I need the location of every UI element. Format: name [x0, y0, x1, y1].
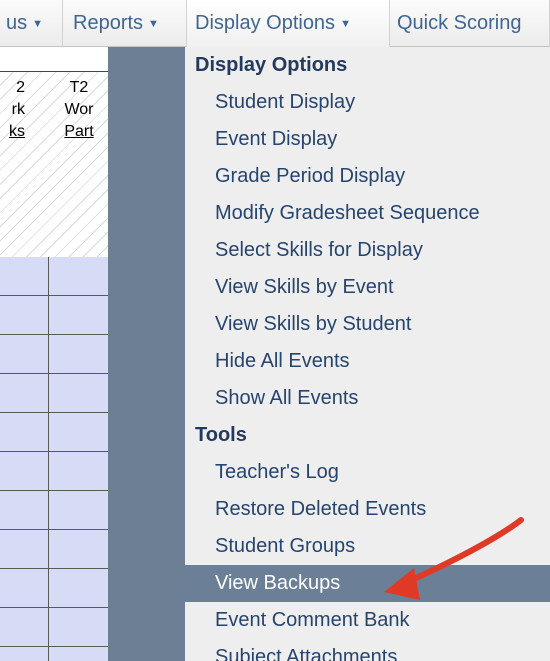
menu-item-teachers-log[interactable]: Teacher's Log: [185, 454, 550, 491]
score-cell[interactable]: [0, 257, 49, 295]
section-title-tools: Tools: [195, 424, 247, 446]
caret-down-icon: ▼: [32, 17, 44, 30]
score-cell[interactable]: [0, 413, 49, 451]
menu-item-restore-deleted-events[interactable]: Restore Deleted Events: [185, 491, 550, 528]
menu-status[interactable]: us ▼: [0, 0, 63, 47]
menu-bar: us ▼ Reports ▼ Display Options ▼ Quick S…: [0, 0, 550, 47]
menu-reports-label: Reports: [73, 12, 144, 34]
table-row: [0, 374, 108, 413]
menu-item-grade-period-display[interactable]: Grade Period Display: [185, 158, 550, 195]
menu-status-label: us: [6, 12, 28, 34]
section-title-display-options: Display Options: [195, 54, 348, 76]
table-row: [0, 257, 108, 296]
column-header-a[interactable]: 2 rk ks: [0, 77, 47, 143]
table-row: [0, 647, 108, 661]
table-row: [0, 608, 108, 647]
grid-top-border: [0, 71, 108, 72]
score-cell[interactable]: [49, 296, 108, 334]
score-cell[interactable]: [49, 413, 108, 451]
menu-display-options-label: Display Options: [195, 12, 336, 34]
menu-display-options[interactable]: Display Options ▼: [187, 0, 390, 47]
score-cell[interactable]: [0, 296, 49, 334]
score-cell[interactable]: [49, 257, 108, 295]
caret-down-icon: ▼: [148, 17, 159, 30]
menu-item-hide-all-events[interactable]: Hide All Events: [185, 343, 550, 380]
menu-quick-scoring-label: Quick Scoring: [397, 12, 522, 34]
column-header-b-line1: T2: [69, 79, 89, 96]
display-options-dropdown: Display Options Student Display Event Di…: [108, 47, 550, 661]
table-row: [0, 530, 108, 569]
menu-item-student-display[interactable]: Student Display: [185, 84, 550, 121]
score-cell[interactable]: [49, 608, 108, 646]
table-row: [0, 335, 108, 374]
score-cell[interactable]: [49, 491, 108, 529]
table-row: [0, 296, 108, 335]
menu-item-select-skills-for-display[interactable]: Select Skills for Display: [185, 232, 550, 269]
column-header-b[interactable]: T2 Wor Part: [50, 77, 108, 143]
menu-quick-scoring[interactable]: Quick Scoring: [390, 0, 550, 47]
score-cell[interactable]: [49, 374, 108, 412]
score-cell[interactable]: [49, 335, 108, 373]
score-cell[interactable]: [49, 647, 108, 661]
menu-item-modify-gradesheet-sequence[interactable]: Modify Gradesheet Sequence: [185, 195, 550, 232]
menu-item-subject-attachments[interactable]: Subject Attachments: [185, 639, 550, 661]
score-cell[interactable]: [0, 569, 49, 607]
menu-item-view-skills-by-event[interactable]: View Skills by Event: [185, 269, 550, 306]
score-cell[interactable]: [0, 335, 49, 373]
menu-item-student-groups[interactable]: Student Groups: [185, 528, 550, 565]
menu-item-event-comment-bank[interactable]: Event Comment Bank: [185, 602, 550, 639]
score-cell[interactable]: [0, 608, 49, 646]
dropdown-side-panel: [108, 47, 185, 661]
menu-item-view-skills-by-student[interactable]: View Skills by Student: [185, 306, 550, 343]
column-header-b-link[interactable]: Part: [64, 123, 93, 140]
table-row: [0, 491, 108, 530]
score-cell[interactable]: [0, 647, 49, 661]
score-cell[interactable]: [0, 374, 49, 412]
score-cell[interactable]: [49, 530, 108, 568]
score-cell[interactable]: [0, 530, 49, 568]
score-cell[interactable]: [0, 491, 49, 529]
table-row: [0, 413, 108, 452]
table-row: [0, 569, 108, 608]
column-header-a-link[interactable]: ks: [9, 123, 25, 140]
column-header-a-line1: 2: [16, 79, 25, 96]
dropdown-menu-list: Display Options Student Display Event Di…: [185, 47, 550, 661]
score-cell[interactable]: [49, 452, 108, 490]
column-header-b-line3: Part: [50, 121, 108, 143]
column-header-b-line2: Wor: [64, 101, 94, 118]
caret-down-icon: ▼: [340, 17, 351, 30]
menu-item-event-display[interactable]: Event Display: [185, 121, 550, 158]
gradesheet-grid: 2 rk ks T2 Wor Part: [0, 47, 108, 661]
grid-rows: [0, 257, 108, 661]
column-header-a-line2: rk: [11, 101, 25, 118]
menu-item-show-all-events[interactable]: Show All Events: [185, 380, 550, 417]
score-cell[interactable]: [49, 569, 108, 607]
menu-reports[interactable]: Reports ▼: [63, 0, 187, 47]
table-row: [0, 452, 108, 491]
column-header-a-line3: ks: [0, 121, 47, 143]
menu-item-view-backups[interactable]: View Backups: [185, 565, 550, 602]
score-cell[interactable]: [0, 452, 49, 490]
